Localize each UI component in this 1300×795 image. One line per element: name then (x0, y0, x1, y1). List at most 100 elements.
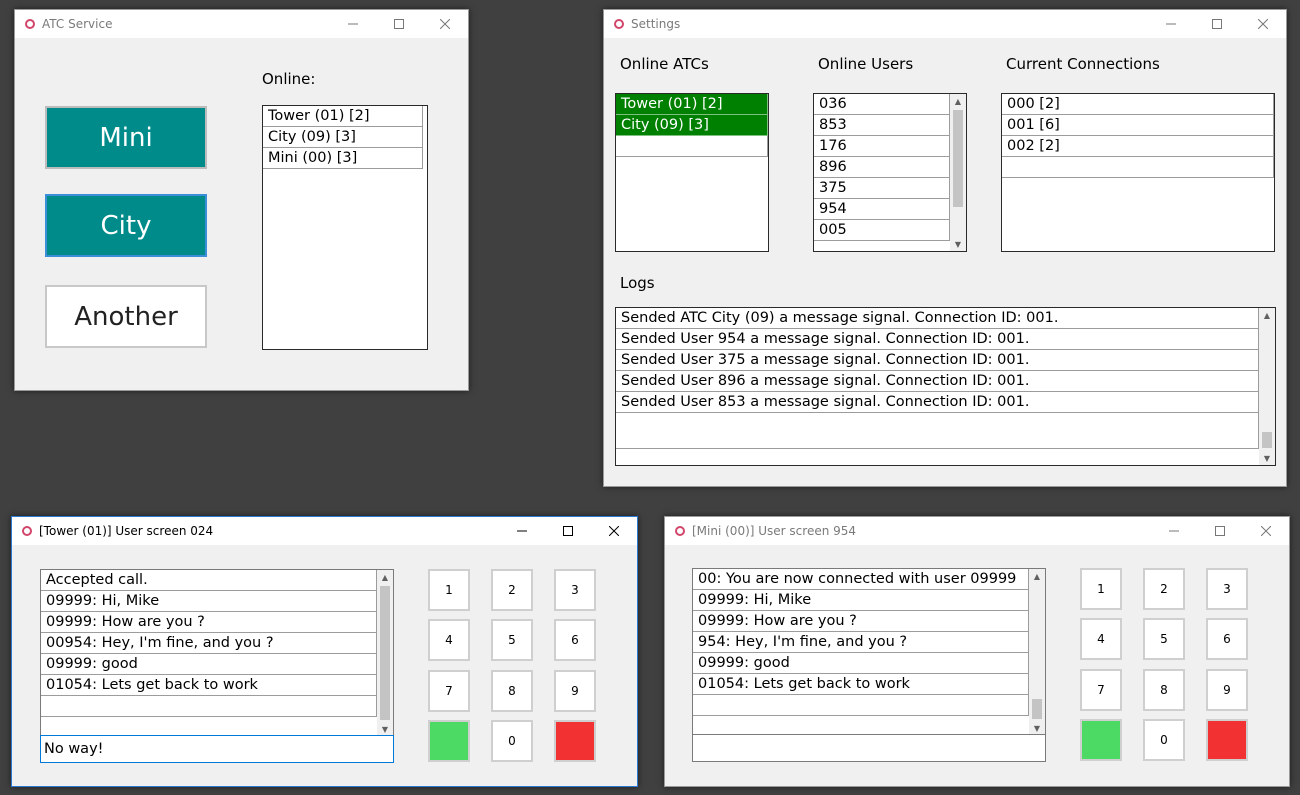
reject-call-button[interactable] (554, 720, 596, 762)
key-4[interactable]: 4 (1080, 618, 1122, 660)
online-atc-list[interactable]: Tower (01) [2] City (09) [3] Mini (00) [… (262, 105, 428, 350)
list-item[interactable]: 853 (814, 115, 950, 136)
key-9[interactable]: 9 (554, 670, 596, 712)
city-button[interactable]: City (45, 194, 207, 257)
key-8[interactable]: 8 (491, 670, 533, 712)
key-6[interactable]: 6 (554, 619, 596, 661)
current-connections-list[interactable]: 000 [2] 001 [6] 002 [2] (1001, 93, 1275, 252)
accept-call-button[interactable] (1080, 719, 1122, 761)
key-2[interactable]: 2 (491, 569, 533, 611)
logs-list[interactable]: Sended ATC City (09) a message signal. C… (615, 307, 1276, 466)
accept-call-button[interactable] (428, 720, 470, 762)
log-item[interactable]: Sended User 896 a message signal. Connec… (616, 371, 1259, 392)
key-0[interactable]: 0 (491, 720, 533, 762)
list-item[interactable]: 001 [6] (1002, 115, 1274, 136)
key-8[interactable]: 8 (1143, 669, 1185, 711)
message-item[interactable]: 09999: good (41, 654, 377, 675)
list-item[interactable]: 954 (814, 199, 950, 220)
list-item[interactable]: 005 (814, 220, 950, 241)
log-item[interactable]: Sended User 375 a message signal. Connec… (616, 350, 1259, 371)
list-item[interactable]: City (09) [3] (616, 115, 768, 136)
users-scrollbar[interactable]: ▲ ▼ (950, 94, 966, 251)
chat-messages-list[interactable]: 00: You are now connected with user 0999… (692, 568, 1046, 736)
log-item[interactable]: Sended User 853 a message signal. Connec… (616, 392, 1259, 413)
key-4[interactable]: 4 (428, 619, 470, 661)
message-item[interactable]: 01054: Lets get back to work (41, 675, 377, 696)
key-5[interactable]: 5 (1143, 618, 1185, 660)
reject-call-button[interactable] (1206, 719, 1248, 761)
message-item[interactable]: 09999: Hi, Mike (693, 590, 1029, 611)
scroll-up-icon[interactable]: ▲ (950, 94, 966, 108)
message-item[interactable]: 01054: Lets get back to work (693, 674, 1029, 695)
message-item[interactable] (41, 696, 377, 717)
maximize-icon[interactable] (1194, 10, 1240, 38)
key-3[interactable]: 3 (554, 569, 596, 611)
scroll-thumb[interactable] (953, 110, 963, 207)
message-input[interactable] (692, 734, 1046, 762)
minimize-icon[interactable] (1148, 10, 1194, 38)
key-3[interactable]: 3 (1206, 568, 1248, 610)
key-9[interactable]: 9 (1206, 669, 1248, 711)
minimize-icon[interactable] (499, 517, 545, 545)
online-atcs-list[interactable]: Tower (01) [2] City (09) [3] (615, 93, 769, 252)
scroll-up-icon[interactable]: ▲ (1029, 569, 1045, 583)
message-input[interactable]: No way! (40, 735, 394, 763)
list-item[interactable]: Mini (00) [3] (263, 148, 423, 169)
list-item[interactable]: 375 (814, 178, 950, 199)
key-2[interactable]: 2 (1143, 568, 1185, 610)
title-bar[interactable]: ATC Service (15, 10, 468, 38)
message-item[interactable]: 09999: Hi, Mike (41, 591, 377, 612)
message-item[interactable]: 00: You are now connected with user 0999… (693, 569, 1029, 590)
list-item[interactable]: Tower (01) [2] (616, 94, 768, 115)
message-item[interactable]: 09999: How are you ? (41, 612, 377, 633)
scroll-thumb[interactable] (1032, 699, 1042, 719)
message-item[interactable]: 09999: How are you ? (693, 611, 1029, 632)
maximize-icon[interactable] (545, 517, 591, 545)
scroll-thumb[interactable] (380, 586, 390, 720)
list-item[interactable]: 002 [2] (1002, 136, 1274, 157)
log-item[interactable] (616, 413, 1259, 449)
close-icon[interactable] (591, 517, 637, 545)
key-0[interactable]: 0 (1143, 719, 1185, 761)
title-bar[interactable]: [Tower (01)] User screen 024 (12, 517, 637, 545)
scroll-down-icon[interactable]: ▼ (1029, 721, 1045, 735)
maximize-icon[interactable] (376, 10, 422, 38)
close-icon[interactable] (422, 10, 468, 38)
list-item[interactable]: City (09) [3] (263, 127, 423, 148)
scroll-down-icon[interactable]: ▼ (377, 722, 393, 736)
list-item[interactable]: 176 (814, 136, 950, 157)
log-item[interactable]: Sended User 954 a message signal. Connec… (616, 329, 1259, 350)
minimize-icon[interactable] (330, 10, 376, 38)
logs-scrollbar[interactable]: ▲ ▼ (1259, 308, 1275, 465)
list-item[interactable]: 036 (814, 94, 950, 115)
list-item[interactable] (1002, 157, 1274, 178)
key-1[interactable]: 1 (428, 569, 470, 611)
list-item[interactable]: Tower (01) [2] (263, 106, 423, 127)
scroll-up-icon[interactable]: ▲ (1259, 308, 1275, 322)
maximize-icon[interactable] (1197, 517, 1243, 545)
another-button[interactable]: Another (45, 285, 207, 348)
online-users-list[interactable]: 036 853 176 896 375 954 005 ▲ ▼ (813, 93, 967, 252)
message-item[interactable]: 954: Hey, I'm fine, and you ? (693, 632, 1029, 653)
key-6[interactable]: 6 (1206, 618, 1248, 660)
title-bar[interactable]: Settings (604, 10, 1286, 38)
log-item[interactable]: Sended ATC City (09) a message signal. C… (616, 308, 1259, 329)
mini-button[interactable]: Mini (45, 106, 207, 169)
chat-scrollbar[interactable]: ▲ ▼ (377, 570, 393, 736)
scroll-down-icon[interactable]: ▼ (1259, 451, 1275, 465)
chat-scrollbar[interactable]: ▲ ▼ (1029, 569, 1045, 735)
list-item[interactable]: 000 [2] (1002, 94, 1274, 115)
message-item[interactable] (693, 695, 1029, 716)
key-7[interactable]: 7 (1080, 669, 1122, 711)
message-item[interactable]: 00954: Hey, I'm fine, and you ? (41, 633, 377, 654)
close-icon[interactable] (1243, 517, 1289, 545)
title-bar[interactable]: [Mini (00)] User screen 954 (665, 517, 1289, 545)
scroll-up-icon[interactable]: ▲ (377, 570, 393, 584)
scroll-down-icon[interactable]: ▼ (950, 237, 966, 251)
chat-messages-list[interactable]: Accepted call. 09999: Hi, Mike 09999: Ho… (40, 569, 394, 737)
close-icon[interactable] (1240, 10, 1286, 38)
message-item[interactable]: Accepted call. (41, 570, 377, 591)
list-item[interactable] (616, 136, 768, 157)
scroll-thumb[interactable] (1262, 432, 1272, 448)
minimize-icon[interactable] (1151, 517, 1197, 545)
